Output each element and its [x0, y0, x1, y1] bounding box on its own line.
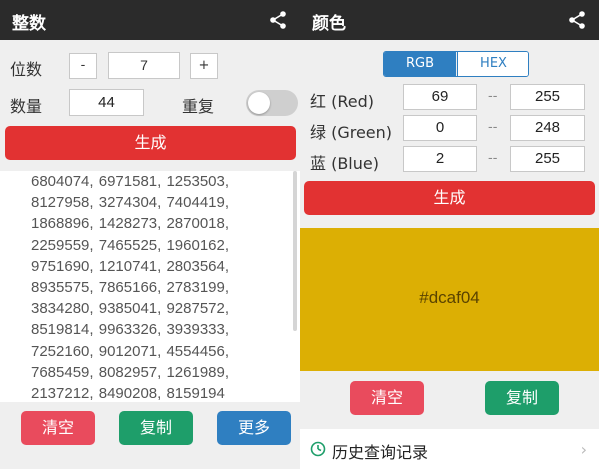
integer-panel: 整数 位数 - 7 + 数量 44 重复 生成 6804074, 6971581…	[0, 0, 300, 469]
color-copy-button[interactable]: 复制	[485, 381, 559, 415]
repeat-label: 重复	[182, 97, 215, 116]
color-clear-button[interactable]: 清空	[350, 381, 424, 415]
integer-app-bar: 整数	[0, 0, 300, 40]
integer-copy-button[interactable]: 复制	[119, 411, 193, 445]
red-range-separator: --	[488, 89, 498, 104]
integer-action-bar: 清空 复制 更多	[0, 402, 300, 469]
red-min-input[interactable]: 69	[403, 84, 477, 110]
integer-more-button[interactable]: 更多	[217, 411, 291, 445]
integer-result-area: 6804074, 6971581, 1253503, 8127958, 3274…	[0, 171, 300, 402]
color-swatch: #dcaf04	[300, 228, 599, 371]
history-row[interactable]: 历史查询记录 ›	[300, 429, 599, 469]
share-icon[interactable]	[567, 10, 587, 30]
red-max-input[interactable]: 255	[510, 84, 585, 110]
result-scrollbar[interactable]	[293, 171, 297, 331]
color-mode-switch: RGB HEX	[383, 51, 529, 77]
digits-input[interactable]: 7	[108, 52, 180, 79]
history-label: 历史查询记录	[332, 443, 429, 462]
color-hex-value: #dcaf04	[419, 288, 480, 307]
tab-hex[interactable]: HEX	[457, 52, 528, 76]
digits-label: 位数	[10, 60, 43, 79]
repeat-toggle[interactable]	[246, 90, 298, 116]
blue-channel-label: 蓝 (Blue)	[310, 154, 379, 173]
color-title: 颜色	[312, 14, 346, 34]
color-app-bar: 颜色	[300, 0, 599, 40]
share-icon[interactable]	[268, 10, 288, 30]
integer-clear-button[interactable]: 清空	[21, 411, 95, 445]
blue-max-input[interactable]: 255	[510, 146, 585, 172]
count-label: 数量	[10, 97, 43, 116]
repeat-toggle-knob	[248, 92, 270, 114]
integer-result-text: 6804074, 6971581, 1253503, 8127958, 3274…	[31, 173, 230, 402]
tab-rgb[interactable]: RGB	[384, 52, 456, 76]
green-min-input[interactable]: 0	[403, 115, 477, 141]
chevron-right-icon: ›	[580, 440, 587, 459]
digits-increment-button[interactable]: +	[190, 53, 218, 79]
color-generate-button[interactable]: 生成	[304, 181, 595, 215]
green-max-input[interactable]: 248	[510, 115, 585, 141]
green-channel-label: 绿 (Green)	[310, 123, 393, 142]
blue-range-separator: --	[488, 151, 498, 166]
digits-decrement-button[interactable]: -	[69, 53, 97, 79]
integer-title: 整数	[12, 14, 46, 34]
integer-generate-button[interactable]: 生成	[5, 126, 296, 160]
blue-min-input[interactable]: 2	[403, 146, 477, 172]
green-range-separator: --	[488, 120, 498, 135]
count-input[interactable]: 44	[69, 89, 144, 116]
red-channel-label: 红 (Red)	[310, 92, 374, 111]
clock-icon	[310, 441, 326, 457]
